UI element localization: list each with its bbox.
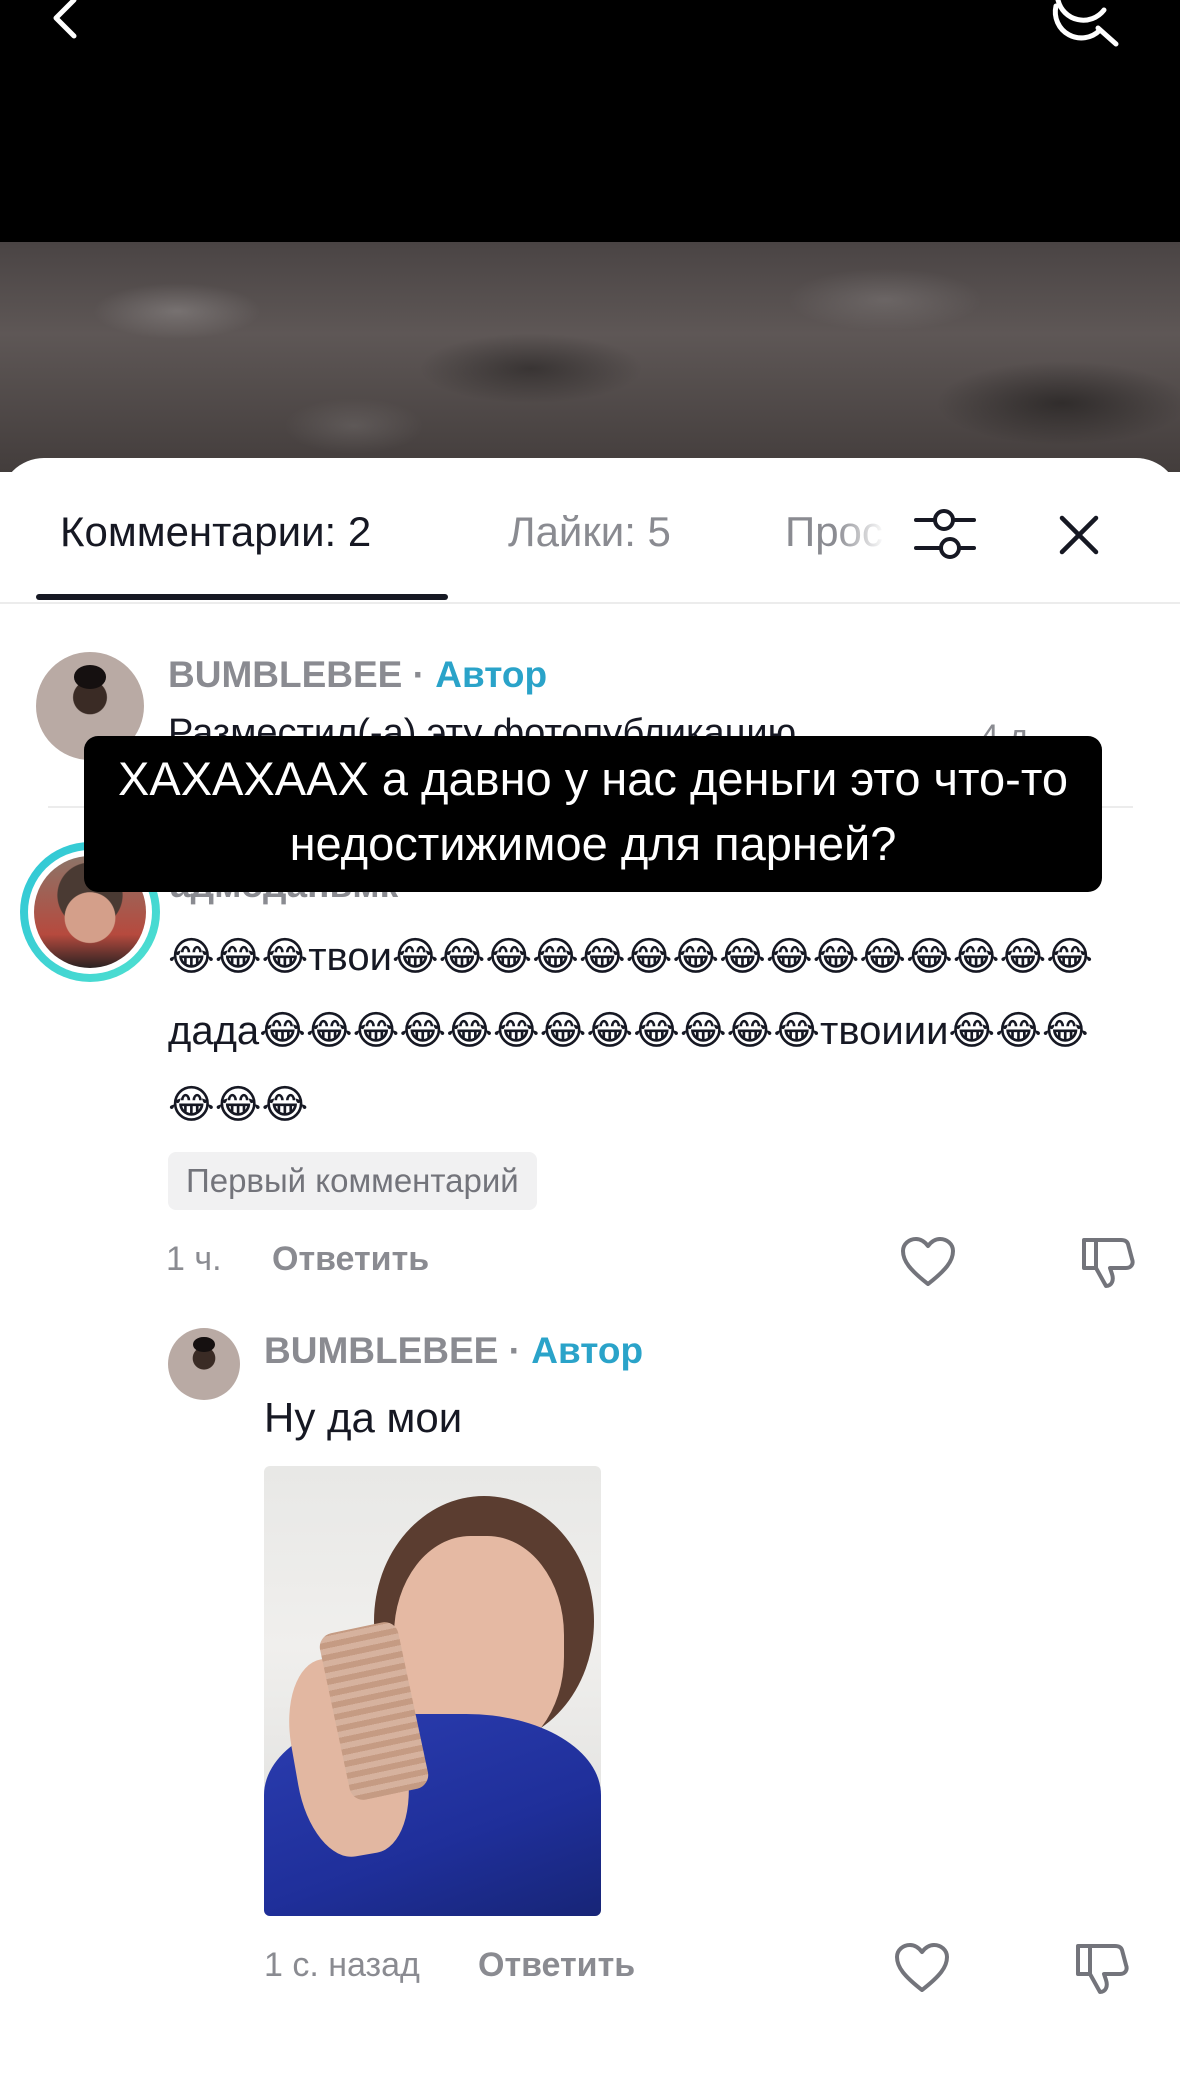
reply-button[interactable]: Ответить: [272, 1240, 429, 1279]
tab-views[interactable]: Просмотры: [785, 508, 885, 556]
heart-icon[interactable]: [894, 1942, 950, 1994]
close-icon[interactable]: [1054, 510, 1104, 560]
comment-time: 1 ч.: [166, 1240, 222, 1278]
comment-text: 😂😂😂твои😂😂😂😂😂😂😂😂😂😂😂😂😂😂😂дада😂😂😂😂😂😂😂😂😂😂😂😂тв…: [168, 935, 1093, 1127]
first-comment-badge: Первый комментарий: [168, 1152, 537, 1210]
video-preview: [0, 242, 1180, 472]
tab-comments[interactable]: Комментарии: 2: [60, 508, 371, 556]
thumbs-down-icon[interactable]: [1074, 1940, 1130, 1996]
heart-icon[interactable]: [900, 1236, 956, 1288]
tab-likes[interactable]: Лайки: 5: [508, 508, 671, 556]
reply-photo[interactable]: [264, 1466, 601, 1916]
avatar[interactable]: [168, 1328, 240, 1400]
author-badge: Автор: [435, 654, 548, 695]
tab-bar: Комментарии: 2 Лайки: 5 Просмотры: [0, 458, 1180, 604]
tooltip: ХАХАХААХ а давно у нас деньги это что-то…: [84, 736, 1102, 892]
reply-button[interactable]: Ответить: [478, 1946, 635, 1985]
author-badge: Автор: [531, 1330, 644, 1371]
reply-time: 1 с. назад: [264, 1946, 420, 1984]
sliders-icon[interactable]: [914, 506, 976, 562]
active-tab-underline: [36, 594, 448, 600]
thumbs-down-icon[interactable]: [1080, 1234, 1136, 1290]
caption-author[interactable]: BUMBLEBEE · Автор: [168, 654, 547, 696]
reply-author[interactable]: BUMBLEBEE · Автор: [264, 1330, 643, 1372]
top-bar: [0, 0, 1180, 242]
chevron-left-icon[interactable]: [44, 0, 94, 44]
reply-text: Ну да мои: [264, 1394, 463, 1441]
search-icon[interactable]: [1050, 0, 1120, 48]
